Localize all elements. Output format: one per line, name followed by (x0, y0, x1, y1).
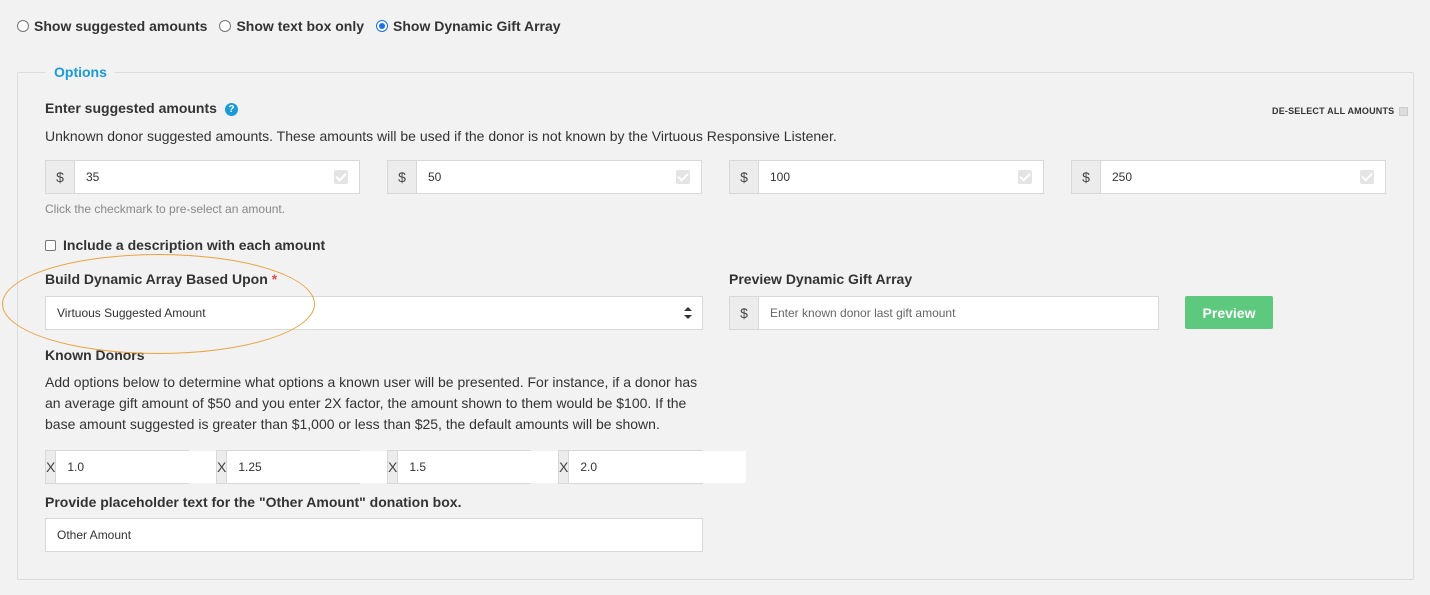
radio-show-dynamic-array[interactable]: Show Dynamic Gift Array (376, 18, 561, 34)
help-icon[interactable]: ? (224, 103, 238, 116)
deselect-all-checkbox[interactable] (1399, 106, 1409, 116)
build-array-selected: Virtuous Suggested Amount (57, 306, 206, 320)
factor-input-2[interactable] (227, 451, 405, 483)
preselect-hint: Click the checkmark to pre-select an amo… (45, 202, 286, 216)
radio-indicator[interactable] (17, 20, 29, 32)
include-description-label: Include a description with each amount (63, 237, 326, 253)
suggested-amounts-title-text: Enter suggested amounts (45, 100, 217, 116)
preselect-checkmark-icon[interactable] (1018, 170, 1032, 184)
currency-addon: $ (1072, 161, 1101, 193)
known-donors-description: Add options below to determine what opti… (45, 374, 698, 432)
factor-input-3[interactable] (398, 451, 576, 483)
display-mode-radios: Show suggested amounts Show text box onl… (17, 18, 573, 34)
include-description-checkbox[interactable] (45, 240, 56, 251)
radio-label: Show suggested amounts (34, 18, 208, 34)
amount-input-group-1: $ (45, 160, 360, 194)
deselect-all-amounts[interactable]: DE-SELECT ALL AMOUNTS (1272, 106, 1409, 116)
factor-input-group-1: X (45, 450, 234, 484)
include-description-option[interactable]: Include a description with each amount (45, 237, 325, 253)
currency-addon: $ (46, 161, 75, 193)
radio-show-suggested[interactable]: Show suggested amounts (17, 18, 207, 34)
other-amount-input[interactable]: Other Amount (45, 518, 703, 552)
radio-show-textbox[interactable]: Show text box only (219, 18, 364, 34)
other-amount-label: Provide placeholder text for the "Other … (45, 494, 462, 510)
radio-label: Show text box only (236, 18, 365, 34)
factor-addon: X (217, 451, 228, 483)
currency-addon: $ (388, 161, 417, 193)
amount-input-group-4: $ (1071, 160, 1386, 194)
factor-addon: X (559, 451, 570, 483)
amount-input-group-3: $ (729, 160, 1044, 194)
other-amount-value: Other Amount (57, 528, 132, 542)
options-legend: Options (46, 64, 115, 80)
preview-amount-input[interactable] (759, 297, 1158, 329)
build-array-label-text: Build Dynamic Array Based Upon (45, 271, 268, 287)
amount-input-group-2: $ (387, 160, 702, 194)
amount-input-2[interactable] (417, 161, 676, 193)
deselect-all-label: DE-SELECT ALL AMOUNTS (1272, 106, 1395, 116)
factor-input-group-3: X (387, 450, 576, 484)
required-asterisk: * (271, 271, 278, 287)
factor-input-group-4: X (558, 450, 747, 484)
currency-addon: $ (730, 297, 759, 329)
factor-input-4[interactable] (569, 451, 747, 483)
factor-input-1[interactable] (56, 451, 234, 483)
preselect-checkmark-icon[interactable] (334, 170, 348, 184)
suggested-amounts-title: Enter suggested amounts? (45, 100, 238, 116)
known-donors-title: Known Donors (45, 347, 145, 363)
preview-label: Preview Dynamic Gift Array (729, 271, 913, 287)
radio-label: Show Dynamic Gift Array (393, 18, 561, 34)
amount-input-1[interactable] (75, 161, 334, 193)
factor-input-group-2: X (216, 450, 405, 484)
preselect-checkmark-icon[interactable] (1360, 170, 1374, 184)
preview-button[interactable]: Preview (1185, 296, 1273, 329)
factor-addon: X (46, 451, 57, 483)
select-arrows-icon (684, 307, 692, 319)
preselect-checkmark-icon[interactable] (676, 170, 690, 184)
amount-input-3[interactable] (759, 161, 1018, 193)
radio-indicator[interactable] (219, 20, 232, 32)
build-array-label: Build Dynamic Array Based Upon * (45, 271, 277, 287)
amount-input-4[interactable] (1101, 161, 1360, 193)
currency-addon: $ (730, 161, 759, 193)
unknown-donor-description: Unknown donor suggested amounts. These a… (45, 128, 837, 144)
preview-input-group: $ (729, 296, 1159, 330)
factor-addon: X (388, 451, 399, 483)
build-array-select[interactable]: Virtuous Suggested Amount (45, 296, 703, 330)
radio-indicator[interactable] (376, 20, 389, 32)
